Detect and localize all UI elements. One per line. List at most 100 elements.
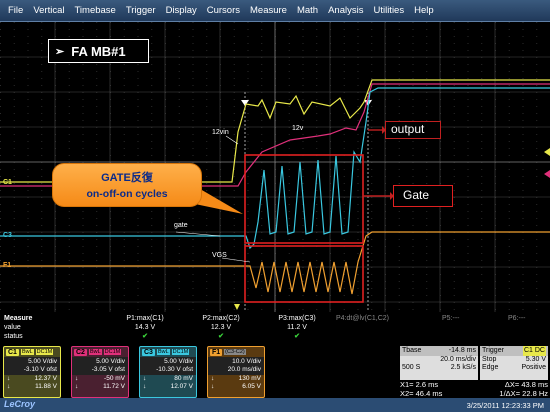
menu-measure[interactable]: Measure bbox=[245, 5, 292, 16]
c3-cursor-icon-2: ↓ bbox=[143, 383, 147, 390]
f1-ground-marker[interactable]: F1 bbox=[3, 262, 11, 269]
trigger-label: Trigger bbox=[482, 347, 504, 354]
measure-p6[interactable]: P6:--- bbox=[508, 314, 526, 323]
f1-vdiv: 10.0 V/div bbox=[232, 358, 261, 365]
cursor-x2: X2= 46.4 ms bbox=[400, 389, 443, 398]
menu-display[interactable]: Display bbox=[161, 5, 202, 16]
callout-tail bbox=[195, 186, 243, 214]
c2-cursor2-value: 11.72 V bbox=[103, 383, 125, 390]
channel-c1-descriptor[interactable]: C1 BwL DC1M 5.00 V/div -3.10 V ofst ↓ 12.… bbox=[3, 346, 61, 398]
measure-p2[interactable]: P2:max(C2) 12.3 V ✔ bbox=[186, 314, 256, 341]
p6-name: P6:--- bbox=[508, 315, 526, 322]
c1-tag: C1 bbox=[6, 348, 19, 356]
c2-bw-badge: BwL bbox=[88, 349, 102, 355]
menu-help[interactable]: Help bbox=[409, 5, 439, 16]
gate-label: Gate bbox=[393, 185, 453, 207]
measure-p4[interactable]: P4:dt@lv(C1,C2) bbox=[336, 314, 389, 323]
output-label: output bbox=[385, 121, 441, 139]
c2-coupling-badge: DC1M bbox=[103, 349, 122, 355]
c3-coupling-badge: DC1M bbox=[171, 349, 190, 355]
menu-math[interactable]: Math bbox=[292, 5, 323, 16]
p1-check-icon: ✔ bbox=[142, 333, 148, 340]
timebase-rate: 20.0 ms/div bbox=[440, 356, 476, 363]
p4-name: P4:dt@lv(C1,C2) bbox=[336, 315, 390, 322]
p5-name: P5:--- bbox=[442, 315, 460, 322]
timebase-descriptor[interactable]: Tbase -14.8 ms 20.0 ms/div 500 S 2.5 kS/s bbox=[400, 346, 478, 380]
arrow-icon: ➢ bbox=[55, 45, 65, 58]
trigger-mode: Stop bbox=[482, 356, 497, 363]
p2-check-icon: ✔ bbox=[218, 333, 224, 340]
measure-p5[interactable]: P5:--- bbox=[442, 314, 460, 323]
timebase-label: Tbase bbox=[402, 347, 422, 354]
timebase-delay: -14.8 ms bbox=[448, 347, 476, 354]
menu-file[interactable]: File bbox=[3, 5, 28, 16]
channel-c3-descriptor[interactable]: C3 BwL DC1M 5.00 V/div -10.30 V ofst ↓ 80… bbox=[139, 346, 197, 398]
c3-cursor-icon: ↓ bbox=[143, 375, 147, 382]
gate-callout: GATE反復 on-off-on cycles bbox=[52, 163, 202, 207]
measure-p3[interactable]: P3:max(C3) 11.2 V ✔ bbox=[262, 314, 332, 341]
trace-label-12v: 12v bbox=[292, 125, 304, 132]
f1-math-badge: (C3-C2) bbox=[224, 349, 246, 355]
annotation-title: ➢ FA MB#1 bbox=[48, 39, 149, 63]
p2-value: 12.3 V bbox=[210, 324, 232, 331]
c3-ground-marker[interactable]: C3 bbox=[3, 232, 12, 239]
measure-table: Measure value status P1:max(C1) 14.3 V ✔… bbox=[0, 312, 550, 346]
trigger-source: C1 DC bbox=[522, 346, 546, 356]
measure-p1[interactable]: P1:max(C1) 14.3 V ✔ bbox=[110, 314, 180, 341]
c1-cursor2-value: 11.88 V bbox=[35, 383, 57, 390]
timebase-sample-rate: 2.5 kS/s bbox=[450, 364, 476, 371]
f1-cursor-icon: ↓ bbox=[211, 375, 215, 382]
f1-cursor-icon-2: ↓ bbox=[211, 383, 215, 390]
f1-cursor2-value: 6.05 V bbox=[242, 383, 261, 390]
c1-cursor-icon: ↓ bbox=[7, 375, 11, 382]
p1-value: 14.3 V bbox=[134, 324, 156, 331]
c3-vdiv: 5.00 V/div bbox=[164, 358, 193, 365]
c3-cursor2-value: 12.07 V bbox=[170, 383, 193, 390]
trace-label-vgs: VGS bbox=[212, 252, 227, 259]
p2-name: P2:max(C2) bbox=[202, 315, 240, 322]
cursor-readout: X1= 2.6 ms ΔX= 43.8 ms X2= 46.4 ms 1/ΔX= 2… bbox=[400, 380, 548, 398]
c3-tag: C3 bbox=[142, 348, 155, 356]
c3-cursor1-value: 80 mV bbox=[174, 375, 193, 382]
p3-name: P3:max(C3) bbox=[278, 315, 316, 322]
c2-cursor-icon-2: ↓ bbox=[75, 383, 79, 390]
annotation-title-text: FA MB#1 bbox=[71, 43, 126, 59]
menu-timebase[interactable]: Timebase bbox=[69, 5, 120, 16]
menu-utilities[interactable]: Utilities bbox=[368, 5, 409, 16]
menu-analysis[interactable]: Analysis bbox=[323, 5, 368, 16]
measure-row-labels: Measure value status bbox=[4, 314, 32, 341]
cursor-delta-x: ΔX= 43.8 ms bbox=[504, 380, 548, 389]
status-footer: LeCroy 3/25/2011 12:23:33 PM bbox=[0, 398, 550, 412]
timestamp: 3/25/2011 12:23:33 PM bbox=[466, 401, 544, 410]
c1-cursor-icon-2: ↓ bbox=[7, 383, 11, 390]
c1-bw-badge: BwL bbox=[20, 349, 34, 355]
p3-value: 11.2 V bbox=[287, 324, 307, 331]
f1-tag: F1 bbox=[210, 348, 223, 356]
c1-offset: -3.10 V ofst bbox=[23, 366, 57, 373]
callout-subtitle: on-off-on cycles bbox=[86, 188, 168, 200]
c1-vdiv: 5.00 V/div bbox=[28, 358, 57, 365]
c2-offset: -3.05 V ofst bbox=[91, 366, 125, 373]
channel-c2-descriptor[interactable]: C2 BwL DC1M 5.00 V/div -3.05 V ofst ↓ -50… bbox=[71, 346, 129, 398]
c1-ground-marker[interactable]: C1 bbox=[3, 179, 12, 186]
menu-vertical[interactable]: Vertical bbox=[28, 5, 69, 16]
p1-name: P1:max(C1) bbox=[126, 315, 164, 322]
trigger-type: Edge bbox=[482, 364, 499, 371]
f1-timebase: 20.0 ms/div bbox=[227, 366, 261, 373]
c2-cursor-icon: ↓ bbox=[75, 375, 79, 382]
trace-label-gate: gate bbox=[174, 222, 188, 229]
value-row-label: value bbox=[4, 324, 21, 331]
c3-offset: -10.30 V ofst bbox=[156, 366, 193, 373]
callout-title: GATE反復 bbox=[101, 172, 153, 184]
trace-label-12vin: 12vin bbox=[212, 129, 229, 136]
measure-header-label: Measure bbox=[4, 315, 33, 322]
menu-trigger[interactable]: Trigger bbox=[121, 5, 161, 16]
f1-cursor1-value: 130 mV bbox=[238, 375, 261, 382]
c2-vdiv: 5.00 V/div bbox=[96, 358, 125, 365]
menu-cursors[interactable]: Cursors bbox=[202, 5, 245, 16]
trigger-descriptor[interactable]: Trigger C1 DC Stop 5.30 V Edge Positive bbox=[480, 346, 548, 380]
c1-coupling-badge: DC1M bbox=[35, 349, 54, 355]
status-row-label: status bbox=[4, 333, 23, 340]
channel-f1-descriptor[interactable]: F1 (C3-C2) 10.0 V/div 20.0 ms/div ↓ 130 m… bbox=[207, 346, 265, 398]
waveform-display[interactable]: ➢ FA MB#1 GATE反復 on-off-on cycles output… bbox=[0, 22, 550, 312]
